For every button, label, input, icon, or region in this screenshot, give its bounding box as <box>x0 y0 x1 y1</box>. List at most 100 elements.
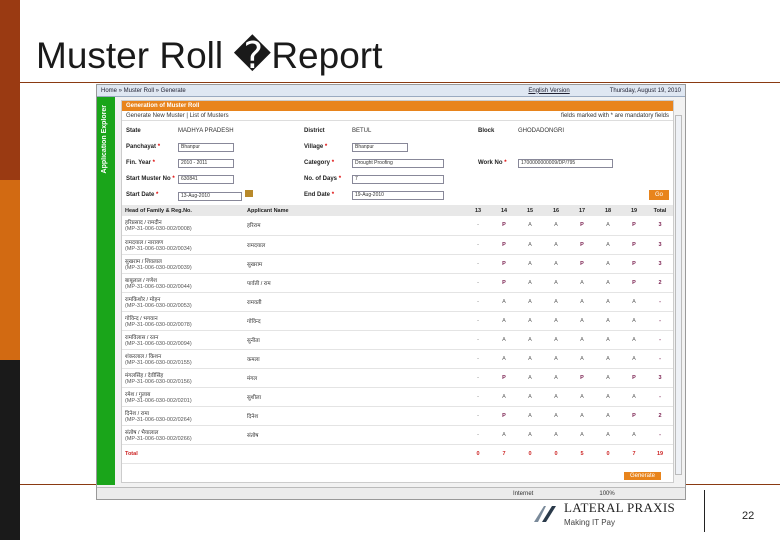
go-button[interactable]: Go <box>649 190 669 200</box>
workno-select[interactable]: 1700000000009/DP/795 <box>518 158 613 168</box>
calendar-icon[interactable] <box>245 189 253 197</box>
attendance-cell[interactable]: A <box>595 254 621 274</box>
attendance-cell[interactable]: A <box>595 330 621 350</box>
attendance-cell[interactable]: A <box>543 254 569 274</box>
attendance-cell[interactable]: A <box>569 387 595 407</box>
attendance-cell[interactable]: A <box>543 406 569 426</box>
attendance-cell[interactable]: A <box>543 368 569 388</box>
noofdays-select[interactable]: 7 <box>352 174 444 184</box>
sub-links[interactable]: Generate New Muster | List of Musters <box>126 113 229 119</box>
panchayat-select[interactable]: Bhanpur <box>178 142 234 152</box>
attendance-cell[interactable]: A <box>595 368 621 388</box>
attendance-cell[interactable]: A <box>517 311 543 331</box>
attendance-cell[interactable]: P <box>621 273 647 293</box>
attendance-cell[interactable]: A <box>517 406 543 426</box>
attendance-cell[interactable]: A <box>543 216 569 236</box>
attendance-cell[interactable]: A <box>491 349 517 369</box>
attendance-cell[interactable]: A <box>595 425 621 445</box>
attendance-cell[interactable]: A <box>621 330 647 350</box>
attendance-cell[interactable]: A <box>517 254 543 274</box>
attendance-cell[interactable]: A <box>543 330 569 350</box>
attendance-cell[interactable]: A <box>517 368 543 388</box>
attendance-cell[interactable]: A <box>621 387 647 407</box>
attendance-cell[interactable]: A <box>491 387 517 407</box>
attendance-cell[interactable]: P <box>569 368 595 388</box>
attendance-cell[interactable]: - <box>465 387 491 407</box>
attendance-cell[interactable]: A <box>517 330 543 350</box>
attendance-cell[interactable]: A <box>543 235 569 255</box>
attendance-cell[interactable]: P <box>621 406 647 426</box>
application-explorer-panel[interactable]: Application Explorer <box>97 97 115 485</box>
generate-button[interactable]: Generate <box>623 472 661 480</box>
finyear-select[interactable]: 2010 - 2011 <box>178 158 234 168</box>
zoom-level[interactable]: 100% <box>599 491 614 497</box>
attendance-cell[interactable]: A <box>595 387 621 407</box>
attendance-cell[interactable]: A <box>569 425 595 445</box>
attendance-cell[interactable]: - <box>465 216 491 236</box>
attendance-cell[interactable]: A <box>595 349 621 369</box>
attendance-cell[interactable]: - <box>465 349 491 369</box>
attendance-cell[interactable]: P <box>491 406 517 426</box>
attendance-cell[interactable]: A <box>517 216 543 236</box>
attendance-cell[interactable]: - <box>465 292 491 312</box>
attendance-cell[interactable]: A <box>621 425 647 445</box>
attendance-cell[interactable]: A <box>543 273 569 293</box>
attendance-cell[interactable]: A <box>621 311 647 331</box>
attendance-cell[interactable]: A <box>569 349 595 369</box>
attendance-cell[interactable]: - <box>465 235 491 255</box>
attendance-cell[interactable]: A <box>543 292 569 312</box>
attendance-cell[interactable]: A <box>543 349 569 369</box>
language-link[interactable]: English Version <box>528 88 569 94</box>
category-select[interactable]: Drought Proofing <box>352 158 444 168</box>
enddate-input[interactable]: 19-Aug-2010 <box>352 190 444 200</box>
attendance-cell[interactable]: P <box>569 235 595 255</box>
attendance-cell[interactable]: A <box>595 216 621 236</box>
attendance-cell[interactable]: A <box>621 292 647 312</box>
attendance-cell[interactable]: - <box>465 425 491 445</box>
attendance-cell[interactable]: A <box>569 406 595 426</box>
attendance-cell[interactable]: A <box>543 311 569 331</box>
attendance-cell[interactable]: A <box>517 387 543 407</box>
attendance-cell[interactable]: P <box>621 254 647 274</box>
attendance-cell[interactable]: P <box>569 254 595 274</box>
attendance-cell[interactable]: - <box>465 273 491 293</box>
attendance-cell[interactable]: - <box>465 368 491 388</box>
attendance-cell[interactable]: A <box>595 235 621 255</box>
attendance-cell[interactable]: A <box>621 349 647 369</box>
attendance-cell[interactable]: - <box>465 311 491 331</box>
attendance-cell[interactable]: A <box>517 235 543 255</box>
attendance-cell[interactable]: A <box>517 292 543 312</box>
attendance-cell[interactable]: A <box>569 292 595 312</box>
attendance-cell[interactable]: - <box>465 406 491 426</box>
attendance-cell[interactable]: A <box>543 425 569 445</box>
attendance-cell[interactable]: A <box>595 406 621 426</box>
attendance-cell[interactable]: A <box>595 311 621 331</box>
attendance-cell[interactable]: A <box>569 311 595 331</box>
attendance-cell[interactable]: - <box>465 330 491 350</box>
attendance-cell[interactable]: A <box>491 292 517 312</box>
vertical-scrollbar[interactable] <box>675 115 682 475</box>
attendance-cell[interactable]: P <box>491 235 517 255</box>
attendance-cell[interactable]: A <box>491 311 517 331</box>
breadcrumb[interactable]: Home » Muster Roll » Generate <box>101 88 528 94</box>
attendance-cell[interactable]: A <box>543 387 569 407</box>
attendance-cell[interactable]: P <box>621 216 647 236</box>
village-select[interactable]: Bhanpur <box>352 142 408 152</box>
attendance-cell[interactable]: A <box>569 273 595 293</box>
attendance-cell[interactable]: P <box>621 368 647 388</box>
attendance-cell[interactable]: A <box>491 425 517 445</box>
attendance-cell[interactable]: A <box>517 425 543 445</box>
attendance-cell[interactable]: P <box>569 216 595 236</box>
startmuster-input[interactable]: 630841 <box>178 174 234 184</box>
attendance-cell[interactable]: A <box>517 349 543 369</box>
attendance-cell[interactable]: P <box>621 235 647 255</box>
attendance-cell[interactable]: A <box>491 330 517 350</box>
attendance-cell[interactable]: A <box>517 273 543 293</box>
attendance-cell[interactable]: P <box>491 254 517 274</box>
attendance-cell[interactable]: - <box>465 254 491 274</box>
attendance-cell[interactable]: P <box>491 216 517 236</box>
attendance-cell[interactable]: P <box>491 368 517 388</box>
attendance-cell[interactable]: A <box>595 292 621 312</box>
attendance-cell[interactable]: P <box>491 273 517 293</box>
attendance-cell[interactable]: A <box>595 273 621 293</box>
